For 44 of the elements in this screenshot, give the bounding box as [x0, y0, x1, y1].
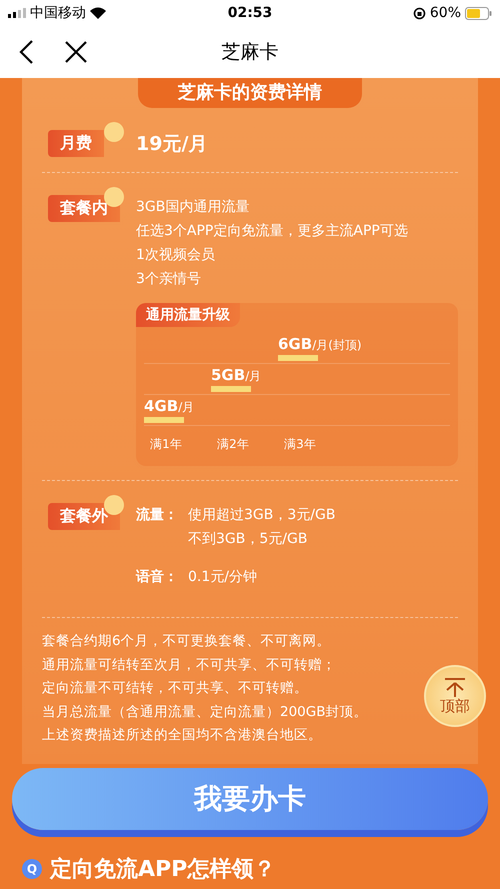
- note-line: 套餐合约期6个月，不可更换套餐、不可离网。: [42, 632, 331, 651]
- clock-time: 02:53: [228, 5, 272, 21]
- coin-icon: [104, 122, 124, 142]
- step-label: 6GB/月(封顶): [278, 336, 363, 353]
- year-label: 满1年: [149, 436, 183, 453]
- note-line: 通用流量可结转至次月，不可共享、不可转赠；: [42, 656, 336, 674]
- up-arrow-icon: [444, 676, 466, 696]
- note-line: 当月总流量（含通用流量、定向流量）200GB封顶。: [42, 702, 368, 722]
- battery-percent: 60%: [430, 5, 462, 21]
- monthly-fee: 19元/月: [136, 132, 208, 157]
- section-tag: 月费: [48, 130, 104, 157]
- fee-value: 不到3GB，5元/GB: [188, 530, 308, 549]
- upgrade-title: 通用流量升级: [136, 303, 240, 327]
- note-line: 上述资费描述所述的全国均不含港澳台地区。: [42, 726, 322, 745]
- card-banner: 芝麻卡的资费详情: [138, 78, 362, 108]
- faq-title: 定向免流APP怎样领？: [50, 856, 276, 884]
- plan-item: 3个亲情号: [136, 270, 201, 289]
- year-label: 满3年: [283, 436, 317, 453]
- fee-value: 使用超过3GB，3元/GB: [188, 506, 336, 525]
- fee-value: 0.1元/分钟: [188, 568, 257, 587]
- signal-icon: [8, 8, 26, 18]
- page-title: 芝麻卡: [222, 40, 278, 65]
- step-bar: [278, 355, 318, 361]
- fee-label: 语音：: [136, 568, 179, 587]
- step-bar: [144, 417, 184, 423]
- step-label: 4GB/月: [144, 398, 196, 415]
- step-bar: [211, 386, 251, 392]
- step-label: 5GB/月: [211, 367, 262, 384]
- fee-label: 流量：: [136, 506, 179, 525]
- question-badge: Q: [22, 858, 42, 878]
- battery-icon: [465, 6, 492, 20]
- apply-button[interactable]: 我要办卡: [12, 768, 488, 830]
- carrier-name: 中国移动: [30, 4, 86, 22]
- year-label: 满2年: [216, 436, 250, 453]
- plan-item: 任选3个APP定向免流量，更多主流APP可选: [136, 222, 408, 241]
- note-line: 定向流量不可结转，不可共享、不可转赠。: [42, 679, 308, 698]
- wifi-icon: [90, 7, 106, 19]
- rotation-lock-icon: [412, 6, 426, 20]
- close-button[interactable]: [64, 40, 88, 64]
- back-button[interactable]: [18, 39, 34, 65]
- section-tag: 套餐外: [48, 503, 120, 530]
- plan-item: 3GB国内通用流量: [136, 198, 250, 217]
- plan-item: 1次视频会员: [136, 246, 215, 265]
- section-tag: 套餐内: [48, 195, 120, 222]
